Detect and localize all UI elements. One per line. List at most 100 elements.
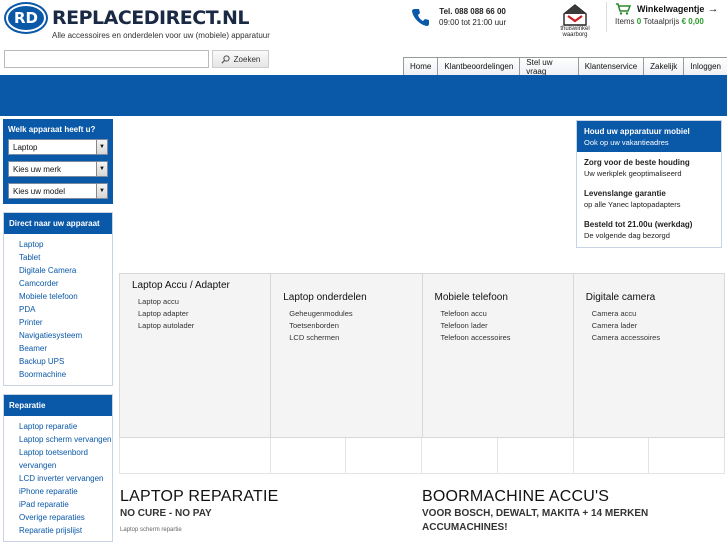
device-link[interactable]: Tablet [4,251,112,264]
model-select[interactable]: Kies uw model ▼ [8,183,108,199]
category-link[interactable]: Geheugenmodules [283,308,421,320]
category-title[interactable]: Digitale camera [586,292,724,303]
nav-inloggen[interactable]: Inloggen [683,57,727,75]
left-sidebar: Welk apparaat heeft u? Laptop ▼ Kies uw m… [3,119,113,550]
promo-subtitle: VOOR BOSCH, DEWALT, MAKITA + 14 MERKEN A… [422,508,649,533]
usp-panel: Houd uw apparatuur mobiel Ook op uw vaka… [576,120,722,248]
repair-link[interactable]: LCD inverter vervangen [4,472,112,485]
repair-link[interactable]: Laptop toetsenbord vervangen [4,446,112,472]
category-link[interactable]: Toetsenborden [283,320,421,332]
device-link[interactable]: Camcorder [4,277,112,290]
logo-badge: RD [6,4,46,32]
repair-link[interactable]: iPhone reparatie [4,485,112,498]
device-link[interactable]: Digitale Camera [4,264,112,277]
device-link[interactable]: Mobiele telefoon [4,290,112,303]
repair-title: Reparatie [4,395,112,416]
promo-title: LAPTOP REPARATIE [120,488,279,505]
category-grid: Laptop Accu / Adapter Laptop accu Laptop… [119,273,725,438]
usp-item-active[interactable]: Houd uw apparatuur mobiel Ook op uw vaka… [577,121,721,152]
thumbnail-slot[interactable] [649,438,724,473]
usp-text: Uw werkplek geoptimaliseerd [584,169,682,178]
model-value: Kies uw model [13,186,66,196]
repair-link[interactable]: Overige reparaties [4,511,112,524]
usp-title: Zorg voor de beste houding [584,158,690,167]
usp-item[interactable]: Levenslange garantie op alle Yanec lapto… [577,183,721,214]
arrow-right-icon: → [707,3,719,15]
category-link[interactable]: Laptop adapter [132,308,270,320]
logo-suffix: .NL [215,7,249,29]
category-title[interactable]: Mobiele telefoon [435,292,573,303]
brand-select[interactable]: Kies uw merk ▼ [8,161,108,177]
usp-title: Besteld tot 21.00u (werkdag) [584,220,693,229]
device-link[interactable]: PDA [4,303,112,316]
usp-item[interactable]: Besteld tot 21.00u (werkdag) De volgende… [577,214,721,247]
dropdown-arrow-icon: ▼ [96,162,107,176]
phone-icon [412,9,429,26]
device-link[interactable]: Beamer [4,342,112,355]
nav-home[interactable]: Home [403,57,439,75]
repair-link[interactable]: Reparatie prijslijst [4,524,112,537]
category-link[interactable]: Laptop autolader [132,320,270,332]
nav-zakelijk[interactable]: Zakelijk [643,57,685,75]
cart-summary: Items 0 Totaalprijs € 0,00 [615,17,727,26]
dropdown-arrow-icon: ▼ [96,140,107,154]
search-input[interactable] [4,50,209,68]
promo-line: Laptop scherm repartie [120,527,182,533]
device-type-select[interactable]: Laptop ▼ [8,139,108,155]
usp-item[interactable]: Zorg voor de beste houding Uw werkplek g… [577,152,721,183]
device-link[interactable]: Boormachine [4,368,112,381]
thumbnail-slot[interactable] [271,438,347,473]
promo-drill-batteries[interactable]: BOORMACHINE ACCU'S VOOR BOSCH, DEWALT, M… [422,488,722,535]
category-link[interactable]: Camera accu [586,308,724,320]
logo-name: REPLACEDIRECT [52,7,216,29]
device-link[interactable]: Laptop [4,238,112,251]
category-link[interactable]: Telefoon lader [435,320,573,332]
nav-klantbeoordelingen[interactable]: Klantbeoordelingen [437,57,521,75]
category-link[interactable]: Camera accessoires [586,332,724,344]
nav-klantenservice[interactable]: Klantenservice [577,57,645,75]
search-icon [221,54,230,64]
category-laptop-accu: Laptop Accu / Adapter Laptop accu Laptop… [120,274,272,437]
category-title[interactable]: Laptop onderdelen [283,292,421,303]
device-link[interactable]: Backup UPS [4,355,112,368]
usp-title: Houd uw apparatuur mobiel [584,127,690,136]
thumbnail-slot[interactable] [574,438,650,473]
logo-text: REPLACEDIRECT.NL [52,7,249,29]
direct-device-title: Direct naar uw apparaat [4,213,112,234]
cart-title-row[interactable]: Winkelwagentje → [615,3,727,15]
repair-link[interactable]: iPad reparatie [4,498,112,511]
thumbnail-slot[interactable] [120,438,271,473]
thuiswinkel-line2: waarborg [562,32,588,38]
thumbnail-slot[interactable] [422,438,498,473]
category-digitale-camera: Digitale camera Camera accu Camera lader… [574,274,724,437]
brand-thumbnails [119,438,725,474]
contact-block: Tel. 088 088 66 00 09:00 tot 21:00 uur [403,2,531,32]
category-link[interactable]: Camera lader [586,320,724,332]
cart-icon [616,3,631,15]
dropdown-arrow-icon: ▼ [96,184,107,198]
phone-number: Tel. 088 088 66 00 [439,7,506,16]
thumbnail-slot[interactable] [498,438,574,473]
category-link[interactable]: Telefoon accessoires [435,332,573,344]
category-title[interactable]: Laptop Accu / Adapter [132,280,270,291]
category-link[interactable]: Telefoon accu [435,308,573,320]
repair-link[interactable]: Laptop reparatie [4,420,112,433]
category-mobiele-telefoon: Mobiele telefoon Telefoon accu Telefoon … [423,274,574,437]
repair-list: Laptop reparatie Laptop scherm vervangen… [4,416,112,541]
direct-device-box: Direct naar uw apparaat Laptop Tablet Di… [3,212,113,386]
promo-laptop-repair[interactable]: LAPTOP REPARATIE NO CURE - NO PAY Laptop… [120,488,410,533]
repair-link[interactable]: Laptop scherm vervangen [4,433,112,446]
direct-device-list: Laptop Tablet Digitale Camera Camcorder … [4,234,112,385]
promo-title: BOORMACHINE ACCU'S [422,488,610,505]
device-link[interactable]: Navigatiesysteem [4,329,112,342]
thumbnail-slot[interactable] [346,438,422,473]
nav-stel-uw-vraag[interactable]: Stel uw vraag [519,57,579,76]
logo[interactable]: RD REPLACEDIRECT.NL [6,4,249,32]
search-button[interactable]: Zoeken [212,50,269,68]
device-selector: Welk apparaat heeft u? Laptop ▼ Kies uw m… [3,119,113,204]
cart-widget[interactable]: Winkelwagentje → Items 0 Totaalprijs € 0… [606,2,727,32]
category-link[interactable]: Laptop accu [132,296,270,308]
device-link[interactable]: Printer [4,316,112,329]
thuiswinkel-badge[interactable]: thuiswinkel waarborg [552,4,598,38]
category-link[interactable]: LCD schermen [283,332,421,344]
